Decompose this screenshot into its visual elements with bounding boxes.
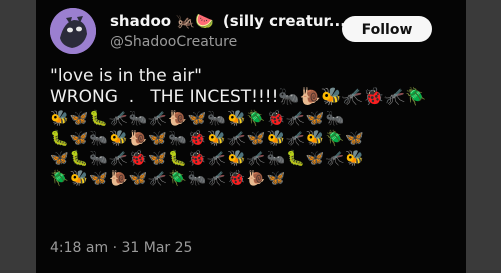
tweet-time: 4:18 am: [50, 240, 109, 256]
name-emojis: 🦗🍉: [176, 12, 214, 30]
tweet-timestamp[interactable]: 4:18 am · 31 Mar 25: [50, 240, 192, 256]
name-suffix: (silly creatur...: [222, 12, 346, 30]
emoji-row: 🐛🦋🐜🐝🐌🦋🐜🐞🐝🦟🦋🐝🦟🐝🪲🦋: [50, 129, 365, 147]
emoji-row: 🐝🦋🐛🦟🐜🦟🐌🦋🐜🐝🪲🐞🦟🦋🐜: [50, 109, 346, 127]
tweet-date: 31 Mar 25: [121, 240, 193, 256]
display-name: shadoo: [110, 12, 172, 30]
tweet-card: shadoo 🦗🍉 (silly creatur... @ShadooCreat…: [36, 0, 466, 273]
tweet-text-line-1: "love is in the air": [50, 66, 203, 86]
emoji-row: 🦋🐛🐜🦟🐞🦋🐛🐞🦟🐝🦟🐜🐛🦋🦟🐝: [50, 149, 365, 167]
user-handle[interactable]: @ShadooCreature: [110, 34, 237, 50]
avatar[interactable]: [50, 8, 96, 54]
follow-button[interactable]: Follow: [342, 16, 432, 42]
tweet-text-line-2-text: WRONG . THE INCEST!!!!: [50, 87, 279, 107]
tweet-text-line-2-emojis: 🐜🐌🐝🦟🐞🦟🪲: [278, 87, 427, 107]
emoji-row: 🪲🐝🦋🐌🦋🦟🪲🐜🦟🐞🐌🦋: [50, 169, 287, 187]
time-separator: ·: [112, 240, 118, 256]
avatar-creature-icon: [50, 8, 96, 54]
display-name-line[interactable]: shadoo 🦗🍉 (silly creatur...: [110, 12, 346, 30]
tweet-text-line-2: WRONG . THE INCEST!!!!🐜🐌🐝🦟🐞🦟🪲: [50, 87, 460, 108]
tweet-text: "love is in the air" WRONG . THE INCEST!…: [50, 66, 460, 188]
